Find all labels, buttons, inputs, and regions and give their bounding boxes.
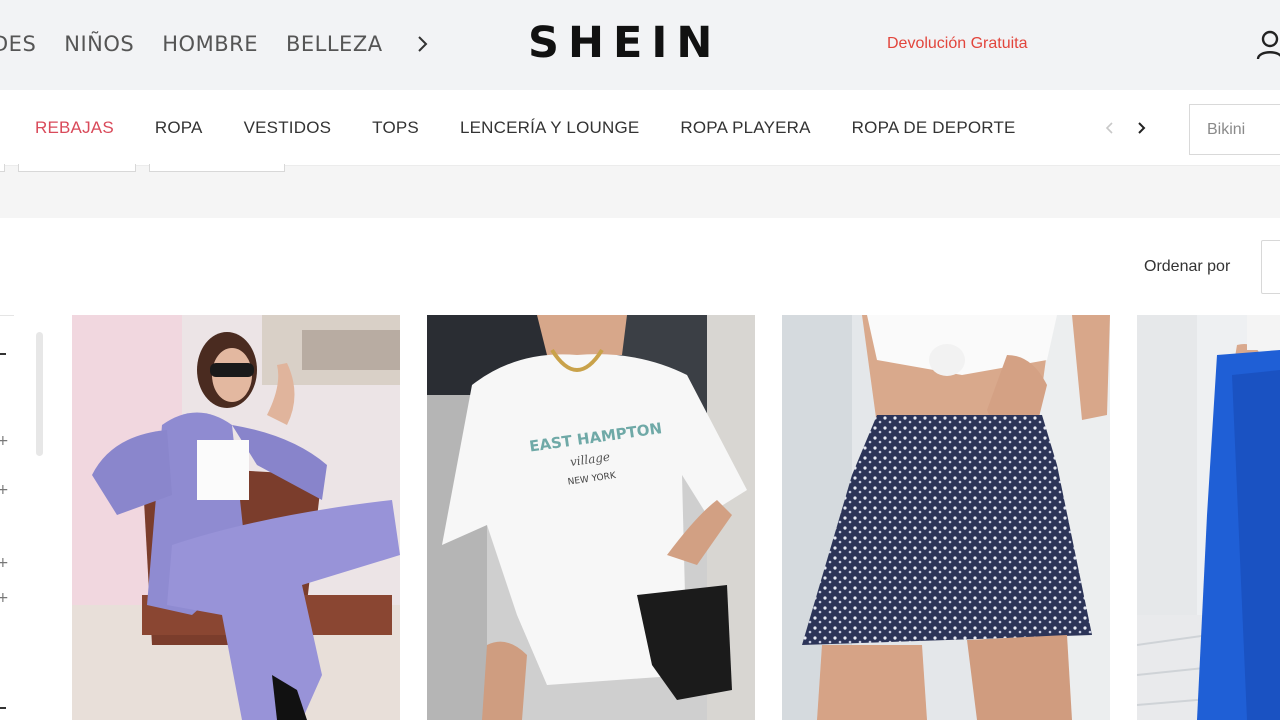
category-list: REBAJAS ROPA VESTIDOS TOPS LENCERÍA Y LO… xyxy=(35,118,1057,138)
expand-icon[interactable]: + xyxy=(0,483,9,497)
nav-item-ninos[interactable]: NIÑOS xyxy=(64,32,134,56)
filter-chip[interactable] xyxy=(18,164,136,172)
shein-logo[interactable]: SHEIN xyxy=(528,18,721,68)
sidebar-divider xyxy=(0,315,14,316)
free-returns-link[interactable]: Devolución Gratuita xyxy=(887,35,1028,53)
product-image[interactable] xyxy=(1137,315,1280,720)
product-card-blue-pants[interactable] xyxy=(1137,315,1280,720)
top-header: DES NIÑOS HOMBRE BELLEZA SHEIN Devolució… xyxy=(0,0,1280,90)
category-tops[interactable]: TOPS xyxy=(372,118,419,138)
product-card-floral-skort[interactable] xyxy=(782,315,1110,720)
product-image[interactable] xyxy=(782,315,1110,720)
sidebar-scrollbar[interactable] xyxy=(36,332,43,456)
filter-strip xyxy=(0,164,1280,218)
nav-item-mujer[interactable]: DES xyxy=(0,32,36,56)
product-card-lavender-suit[interactable] xyxy=(72,315,400,720)
category-bar: REBAJAS ROPA VESTIDOS TOPS LENCERÍA Y LO… xyxy=(0,90,1280,166)
product-card-white-graphic-tee[interactable]: EAST HAMPTON village NEW YORK xyxy=(427,315,755,720)
search-input[interactable] xyxy=(1190,105,1280,154)
sort-label: Ordenar por xyxy=(1144,258,1231,275)
filter-sidebar: + + + + xyxy=(0,315,50,720)
category-rebajas[interactable]: REBAJAS xyxy=(35,118,114,138)
chevron-left-icon[interactable] xyxy=(1101,117,1119,139)
chevron-right-icon[interactable] xyxy=(1133,117,1151,139)
category-ropa[interactable]: ROPA xyxy=(155,118,203,138)
expand-icon[interactable]: + xyxy=(0,591,9,605)
chevron-right-icon[interactable] xyxy=(411,30,433,58)
nav-item-belleza[interactable]: BELLEZA xyxy=(286,32,383,56)
category-lenceria-lounge[interactable]: LENCERÍA Y LOUNGE xyxy=(460,118,639,138)
collapse-icon[interactable] xyxy=(0,707,6,709)
collapse-icon[interactable] xyxy=(0,353,6,355)
product-image[interactable] xyxy=(72,315,400,720)
user-icon[interactable] xyxy=(1256,28,1280,62)
expand-icon[interactable]: + xyxy=(0,434,9,448)
filter-chip[interactable] xyxy=(149,164,285,172)
category-vestidos[interactable]: VESTIDOS xyxy=(244,118,332,138)
expand-icon[interactable]: + xyxy=(0,556,9,570)
nav-item-hombre[interactable]: HOMBRE xyxy=(162,32,258,56)
category-ropa-deporte[interactable]: ROPA DE DEPORTE xyxy=(852,118,1016,138)
category-ropa-playera[interactable]: ROPA PLAYERA xyxy=(680,118,810,138)
search-box xyxy=(1189,104,1280,155)
sort-dropdown[interactable] xyxy=(1261,240,1280,294)
product-image[interactable]: EAST HAMPTON village NEW YORK xyxy=(427,315,755,720)
filter-chip[interactable] xyxy=(0,164,5,172)
main-nav: DES NIÑOS HOMBRE BELLEZA xyxy=(0,30,433,58)
